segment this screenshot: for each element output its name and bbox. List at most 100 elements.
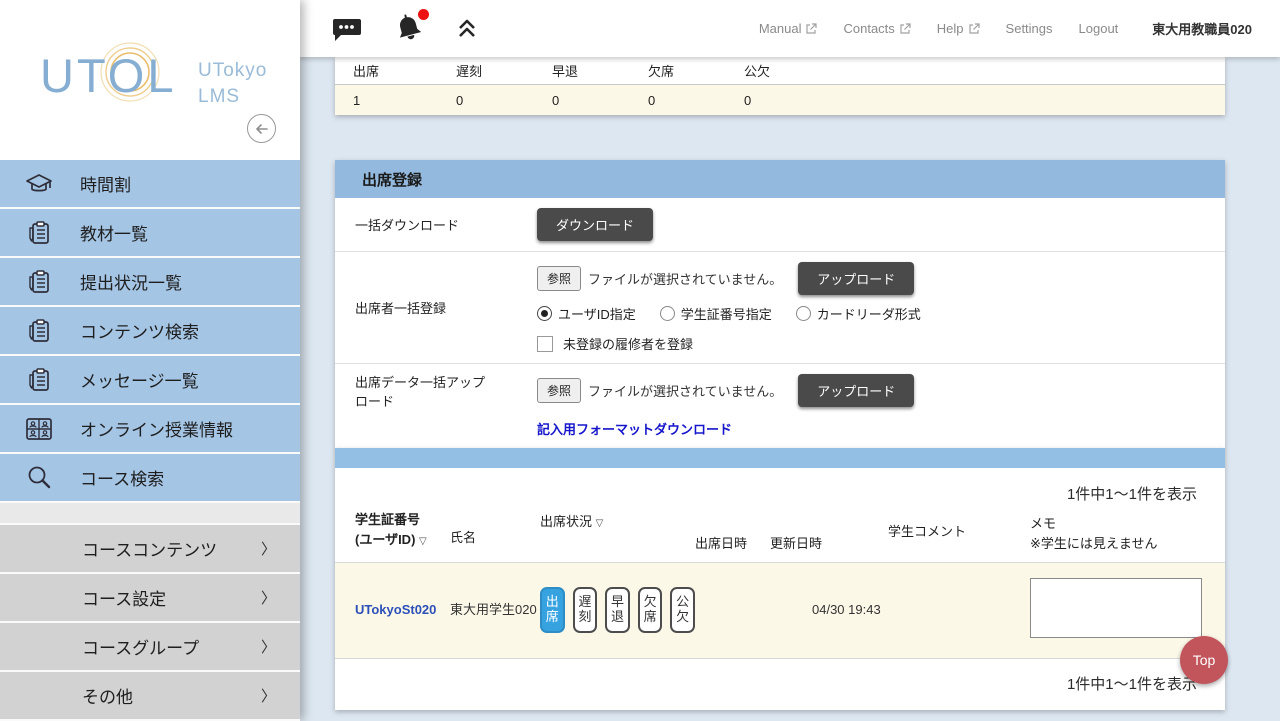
clipboard-icon bbox=[22, 268, 56, 296]
bulk-upload-row: 出席データ一括アップロード 参照 ファイルが選択されていません。 アップロード … bbox=[335, 364, 1225, 448]
radio-student-card-number-label: 学生証番号指定 bbox=[681, 304, 772, 323]
sidebar-item-label: 時間割 bbox=[80, 171, 131, 196]
attendance-register-title: 出席登録 bbox=[335, 160, 1225, 198]
sidebar-item-course-contents[interactable]: コースコンテンツ 〉 bbox=[0, 525, 300, 574]
radio-card-reader-label: カードリーダ形式 bbox=[817, 304, 921, 323]
double-chevron-up-icon bbox=[456, 18, 478, 40]
status-present-button[interactable]: 出席 bbox=[540, 587, 565, 633]
status-early-leave-button[interactable]: 早退 bbox=[605, 587, 630, 633]
chevron-right-icon: 〉 bbox=[261, 636, 276, 657]
sidebar-divider bbox=[0, 503, 300, 525]
status-absent-button[interactable]: 欠席 bbox=[638, 587, 663, 633]
status-excused-button[interactable]: 公欠 bbox=[670, 587, 695, 633]
sidebar-menu: 時間割 教材一覧 提出状況一覧 コンテンツ検索 メッセージ一覧 bbox=[0, 160, 300, 503]
sidebar-item-label: コンテンツ検索 bbox=[80, 318, 199, 343]
sidebar-item-label: コース設定 bbox=[82, 585, 166, 610]
contacts-link[interactable]: Contacts bbox=[843, 21, 910, 36]
col-update-time: 更新日時 bbox=[770, 508, 885, 554]
username-display: 東大用教職員020 bbox=[1152, 19, 1252, 38]
messages-button[interactable] bbox=[330, 16, 362, 42]
sidebar-item-label: その他 bbox=[82, 683, 133, 708]
sidebar-item-timetable[interactable]: 時間割 bbox=[0, 160, 300, 209]
no-file-selected-text: ファイルが選択されていません。 bbox=[588, 269, 782, 288]
summary-col-present: 出席 bbox=[335, 61, 438, 80]
status-button-group: 出席 遅刻 早退 欠席 公欠 bbox=[540, 587, 695, 633]
format-download-link[interactable]: 記入用フォーマットダウンロード bbox=[537, 419, 914, 438]
sidebar-item-course-settings[interactable]: コース設定 〉 bbox=[0, 574, 300, 623]
arrow-left-icon bbox=[254, 121, 270, 137]
attendance-register-panel: 出席登録 一括ダウンロード ダウンロード 出席者一括登録 参照 ファイルが選択さ… bbox=[335, 160, 1225, 448]
bulk-upload-label: 出席データ一括アップロード bbox=[355, 374, 537, 438]
download-button[interactable]: ダウンロード bbox=[537, 208, 653, 241]
sidebar-item-label: メッセージ一覧 bbox=[80, 367, 199, 392]
attendance-summary-table: 出席 遅刻 早退 欠席 公欠 1 0 0 0 0 bbox=[335, 57, 1225, 115]
sidebar-item-label: コースコンテンツ bbox=[82, 536, 217, 561]
external-link-icon bbox=[968, 23, 980, 35]
sidebar-item-label: 教材一覧 bbox=[80, 220, 148, 245]
upload-button[interactable]: アップロード bbox=[798, 374, 914, 407]
sidebar-item-submission-status[interactable]: 提出状況一覧 bbox=[0, 258, 300, 307]
sidebar-item-messages[interactable]: メッセージ一覧 bbox=[0, 356, 300, 405]
notifications-button[interactable] bbox=[392, 13, 426, 45]
summary-value-excused: 0 bbox=[726, 93, 822, 108]
bulk-register-row: 出席者一括登録 参照 ファイルが選択されていません。 アップロード ユーザID指… bbox=[335, 252, 1225, 364]
summary-value-early-leave: 0 bbox=[534, 93, 630, 108]
student-id-link[interactable]: UTokyoSt020 bbox=[355, 602, 436, 617]
radio-user-id-label: ユーザID指定 bbox=[558, 304, 636, 323]
scroll-to-top-button[interactable]: Top bbox=[1180, 636, 1228, 684]
clipboard-icon bbox=[22, 219, 56, 247]
sort-icon[interactable]: ▽ bbox=[596, 518, 604, 529]
col-name: 氏名 bbox=[450, 508, 540, 554]
chevron-right-icon: 〉 bbox=[261, 685, 276, 706]
col-memo: メモ ※学生には見えません bbox=[1030, 508, 1158, 554]
summary-values-row: 1 0 0 0 0 bbox=[335, 85, 1225, 115]
main-area: Manual Contacts Help Settings Logout 東大用… bbox=[300, 0, 1280, 720]
memo-textarea[interactable] bbox=[1030, 578, 1202, 638]
status-late-button[interactable]: 遅刻 bbox=[573, 587, 598, 633]
sidebar-item-online-class-info[interactable]: オンライン授業情報 bbox=[0, 405, 300, 454]
logout-link[interactable]: Logout bbox=[1079, 21, 1119, 36]
clipboard-icon bbox=[22, 317, 56, 345]
sidebar-item-label: オンライン授業情報 bbox=[80, 416, 233, 441]
summary-col-excused: 公欠 bbox=[726, 61, 822, 80]
sidebar-item-course-search[interactable]: コース検索 bbox=[0, 454, 300, 503]
manual-link[interactable]: Manual bbox=[759, 21, 818, 36]
logo-area: UTOL UTokyo LMS bbox=[0, 0, 300, 160]
no-file-selected-text: ファイルが選択されていません。 bbox=[588, 381, 782, 400]
sidebar-collapse-button[interactable] bbox=[247, 114, 276, 143]
utol-logo-subtitle: UTokyo LMS bbox=[198, 58, 267, 109]
sort-icon[interactable]: ▽ bbox=[419, 536, 427, 547]
col-student-comment: 学生コメント bbox=[885, 508, 1030, 554]
browse-button[interactable]: 参照 bbox=[537, 378, 581, 403]
summary-col-early-leave: 早退 bbox=[534, 61, 630, 80]
col-status[interactable]: 出席状況 ▽ bbox=[540, 508, 695, 554]
external-link-icon bbox=[805, 23, 817, 35]
sidebar-item-label: コース検索 bbox=[80, 465, 164, 490]
radio-card-reader[interactable] bbox=[796, 306, 811, 321]
sidebar-item-label: 提出状況一覧 bbox=[80, 269, 182, 294]
radio-user-id[interactable] bbox=[537, 306, 552, 321]
chevron-right-icon: 〉 bbox=[261, 538, 276, 559]
summary-value-absent: 0 bbox=[630, 93, 726, 108]
collapse-topbar-button[interactable] bbox=[456, 18, 478, 40]
sidebar-item-course-group[interactable]: コースグループ 〉 bbox=[0, 623, 300, 672]
register-unregistered-checkbox[interactable] bbox=[537, 336, 553, 352]
radio-student-card-number[interactable] bbox=[660, 306, 675, 321]
sidebar-item-materials[interactable]: 教材一覧 bbox=[0, 209, 300, 258]
notification-badge bbox=[418, 9, 429, 20]
settings-link[interactable]: Settings bbox=[1006, 21, 1053, 36]
sidebar-item-content-search[interactable]: コンテンツ検索 bbox=[0, 307, 300, 356]
upload-button[interactable]: アップロード bbox=[798, 262, 914, 295]
chevron-right-icon: 〉 bbox=[261, 587, 276, 608]
topbar: Manual Contacts Help Settings Logout 東大用… bbox=[300, 0, 1280, 57]
external-link-icon bbox=[899, 23, 911, 35]
col-student-id[interactable]: 学生証番号 (ユーザID) ▽ bbox=[355, 508, 450, 554]
search-icon bbox=[22, 464, 56, 492]
table-header-bar bbox=[335, 448, 1225, 468]
online-class-icon bbox=[22, 416, 56, 442]
sidebar-item-others[interactable]: その他 〉 bbox=[0, 672, 300, 721]
browse-button[interactable]: 参照 bbox=[537, 266, 581, 291]
summary-col-late: 遅刻 bbox=[438, 61, 534, 80]
help-link[interactable]: Help bbox=[937, 21, 980, 36]
bulk-register-label: 出席者一括登録 bbox=[355, 298, 537, 317]
